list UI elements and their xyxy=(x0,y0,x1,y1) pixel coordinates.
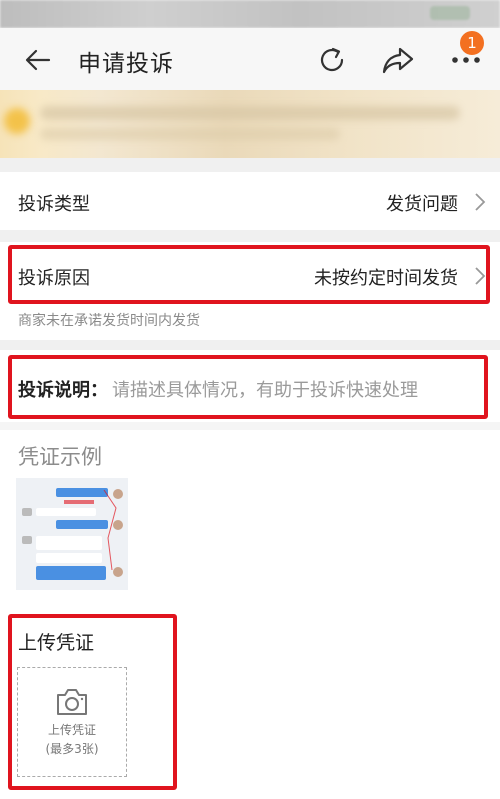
notification-badge: 1 xyxy=(458,29,486,57)
store-banner xyxy=(0,90,500,158)
upload-button-label: 上传凭证 xyxy=(47,723,96,737)
chat-screenshot-icon xyxy=(16,478,128,590)
complaint-type-label: 投诉类型 xyxy=(18,194,90,215)
complaint-desc-row[interactable]: 投诉说明： 请描述具体情况，有助于投诉快速处理 xyxy=(0,350,500,422)
chevron-right-icon xyxy=(475,267,486,285)
refresh-button[interactable] xyxy=(310,38,354,82)
complaint-reason-row[interactable]: 投诉原因 未按约定时间发货 商家未在承诺发货时间内发货 xyxy=(0,242,500,340)
complaint-reason-hint: 商家未在承诺发货时间内发货 xyxy=(18,313,200,329)
complaint-type-value: 发货问题 xyxy=(386,194,458,215)
status-bar xyxy=(0,0,500,28)
camera-icon xyxy=(57,689,87,715)
complaint-reason-label: 投诉原因 xyxy=(18,268,90,289)
upload-button[interactable]: 上传凭证 (最多3张) xyxy=(17,667,127,777)
evidence-example-title: 凭证示例 xyxy=(18,445,102,469)
title-bar: 申请投诉 xyxy=(0,28,500,90)
complaint-desc-label: 投诉说明： xyxy=(18,380,108,401)
complaint-reason-value: 未按约定时间发货 xyxy=(314,268,458,289)
share-button[interactable] xyxy=(376,38,420,82)
upload-button-limit: (最多3张) xyxy=(45,742,99,756)
upload-title: 上传凭证 xyxy=(18,632,95,654)
complaint-desc-input[interactable]: 请描述具体情况，有助于投诉快速处理 xyxy=(112,376,418,402)
chevron-right-icon xyxy=(475,193,486,211)
back-button[interactable] xyxy=(18,40,58,80)
share-icon xyxy=(382,47,414,74)
complaint-type-row[interactable]: 投诉类型 发货问题 xyxy=(0,172,500,230)
refresh-icon xyxy=(320,47,344,72)
evidence-example-image[interactable] xyxy=(16,478,128,590)
arrow-left-icon xyxy=(25,49,51,71)
more-icon xyxy=(452,57,480,63)
page-title: 申请投诉 xyxy=(78,51,174,77)
